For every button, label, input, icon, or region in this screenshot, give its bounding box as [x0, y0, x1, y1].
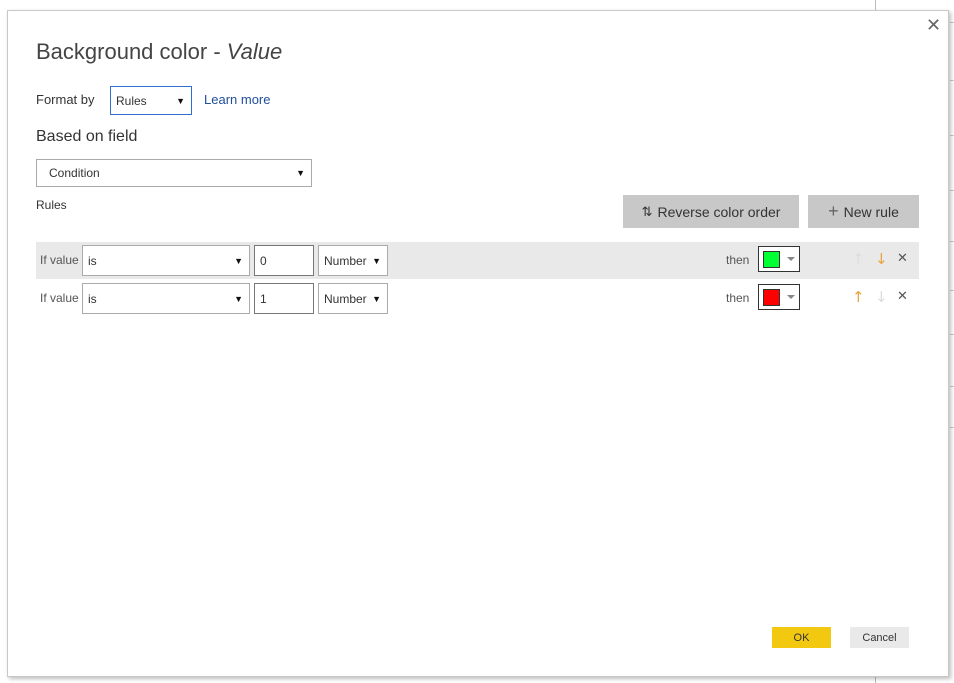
chevron-down-icon: ▼ [234, 293, 243, 304]
background-line [950, 290, 954, 291]
format-by-dropdown[interactable]: Rules ▼ [110, 86, 192, 115]
rule-row: If value is ▼ 0 Number ▼ then ↑ ↓ ✕ [36, 242, 919, 279]
learn-more-link[interactable]: Learn more [204, 92, 270, 107]
title-text: Background color - [36, 39, 227, 64]
then-label: then [726, 291, 750, 305]
cancel-button[interactable]: Cancel [850, 627, 909, 648]
format-by-label: Format by [36, 92, 95, 107]
color-picker[interactable] [758, 246, 800, 272]
delete-rule-icon[interactable]: ✕ [897, 251, 908, 267]
operator-dropdown[interactable]: is ▼ [82, 245, 250, 276]
type-dropdown[interactable]: Number ▼ [318, 283, 388, 314]
value-input[interactable]: 1 [254, 283, 314, 314]
chevron-down-icon [787, 295, 795, 299]
new-rule-button[interactable]: + New rule [808, 195, 919, 228]
reverse-color-order-button[interactable]: ⇅ Reverse color order [623, 195, 799, 228]
dialog-title: Background color - Value [36, 39, 282, 65]
background-line [950, 386, 954, 387]
color-swatch [763, 289, 780, 306]
background-line [950, 22, 954, 23]
chevron-down-icon: ▼ [296, 168, 305, 178]
background-line [950, 427, 954, 428]
color-swatch [763, 251, 780, 268]
close-icon[interactable]: ✕ [926, 15, 941, 36]
delete-rule-icon[interactable]: ✕ [897, 289, 908, 305]
if-value-label: If value [40, 253, 79, 267]
new-rule-label: New rule [843, 203, 899, 220]
rules-label: Rules [36, 198, 67, 212]
background-color-dialog: ✕ Background color - Value Format by Rul… [7, 10, 949, 677]
chevron-down-icon: ▼ [176, 95, 185, 106]
chevron-down-icon [787, 257, 795, 261]
move-up-icon[interactable]: ↑ [852, 251, 865, 267]
ok-button[interactable]: OK [772, 627, 831, 648]
chevron-down-icon: ▼ [234, 255, 243, 266]
background-line [950, 334, 954, 335]
background-divider [875, 676, 876, 683]
background-line [950, 80, 954, 81]
background-divider [875, 0, 876, 10]
based-on-field-label: Based on field [36, 128, 138, 145]
value-text: 1 [260, 291, 267, 306]
reverse-color-order-label: Reverse color order [657, 203, 781, 220]
background-line [950, 135, 954, 136]
title-field: Value [226, 39, 283, 64]
color-picker[interactable] [758, 284, 800, 310]
format-by-value: Rules [116, 93, 147, 108]
move-up-icon[interactable]: ↑ [852, 289, 865, 305]
operator-value: is [88, 291, 97, 306]
type-dropdown[interactable]: Number ▼ [318, 245, 388, 276]
chevron-down-icon: ▼ [372, 255, 381, 266]
background-line [950, 190, 954, 191]
if-value-label: If value [40, 291, 79, 305]
based-on-field-dropdown[interactable]: Condition ▼ [36, 159, 312, 187]
move-down-icon[interactable]: ↓ [875, 289, 888, 305]
rule-row: If value is ▼ 1 Number ▼ then ↑ ↓ ✕ [36, 280, 919, 317]
type-value: Number [324, 291, 367, 306]
type-value: Number [324, 253, 367, 268]
move-down-icon[interactable]: ↓ [875, 251, 888, 267]
value-input[interactable]: 0 [254, 245, 314, 276]
background-line [950, 241, 954, 242]
based-on-field-value: Condition [49, 166, 100, 180]
value-text: 0 [260, 253, 267, 268]
sort-arrows-icon: ⇅ [641, 203, 653, 219]
then-label: then [726, 253, 750, 267]
operator-value: is [88, 253, 97, 268]
chevron-down-icon: ▼ [372, 293, 381, 304]
operator-dropdown[interactable]: is ▼ [82, 283, 250, 314]
plus-icon: + [828, 201, 839, 221]
